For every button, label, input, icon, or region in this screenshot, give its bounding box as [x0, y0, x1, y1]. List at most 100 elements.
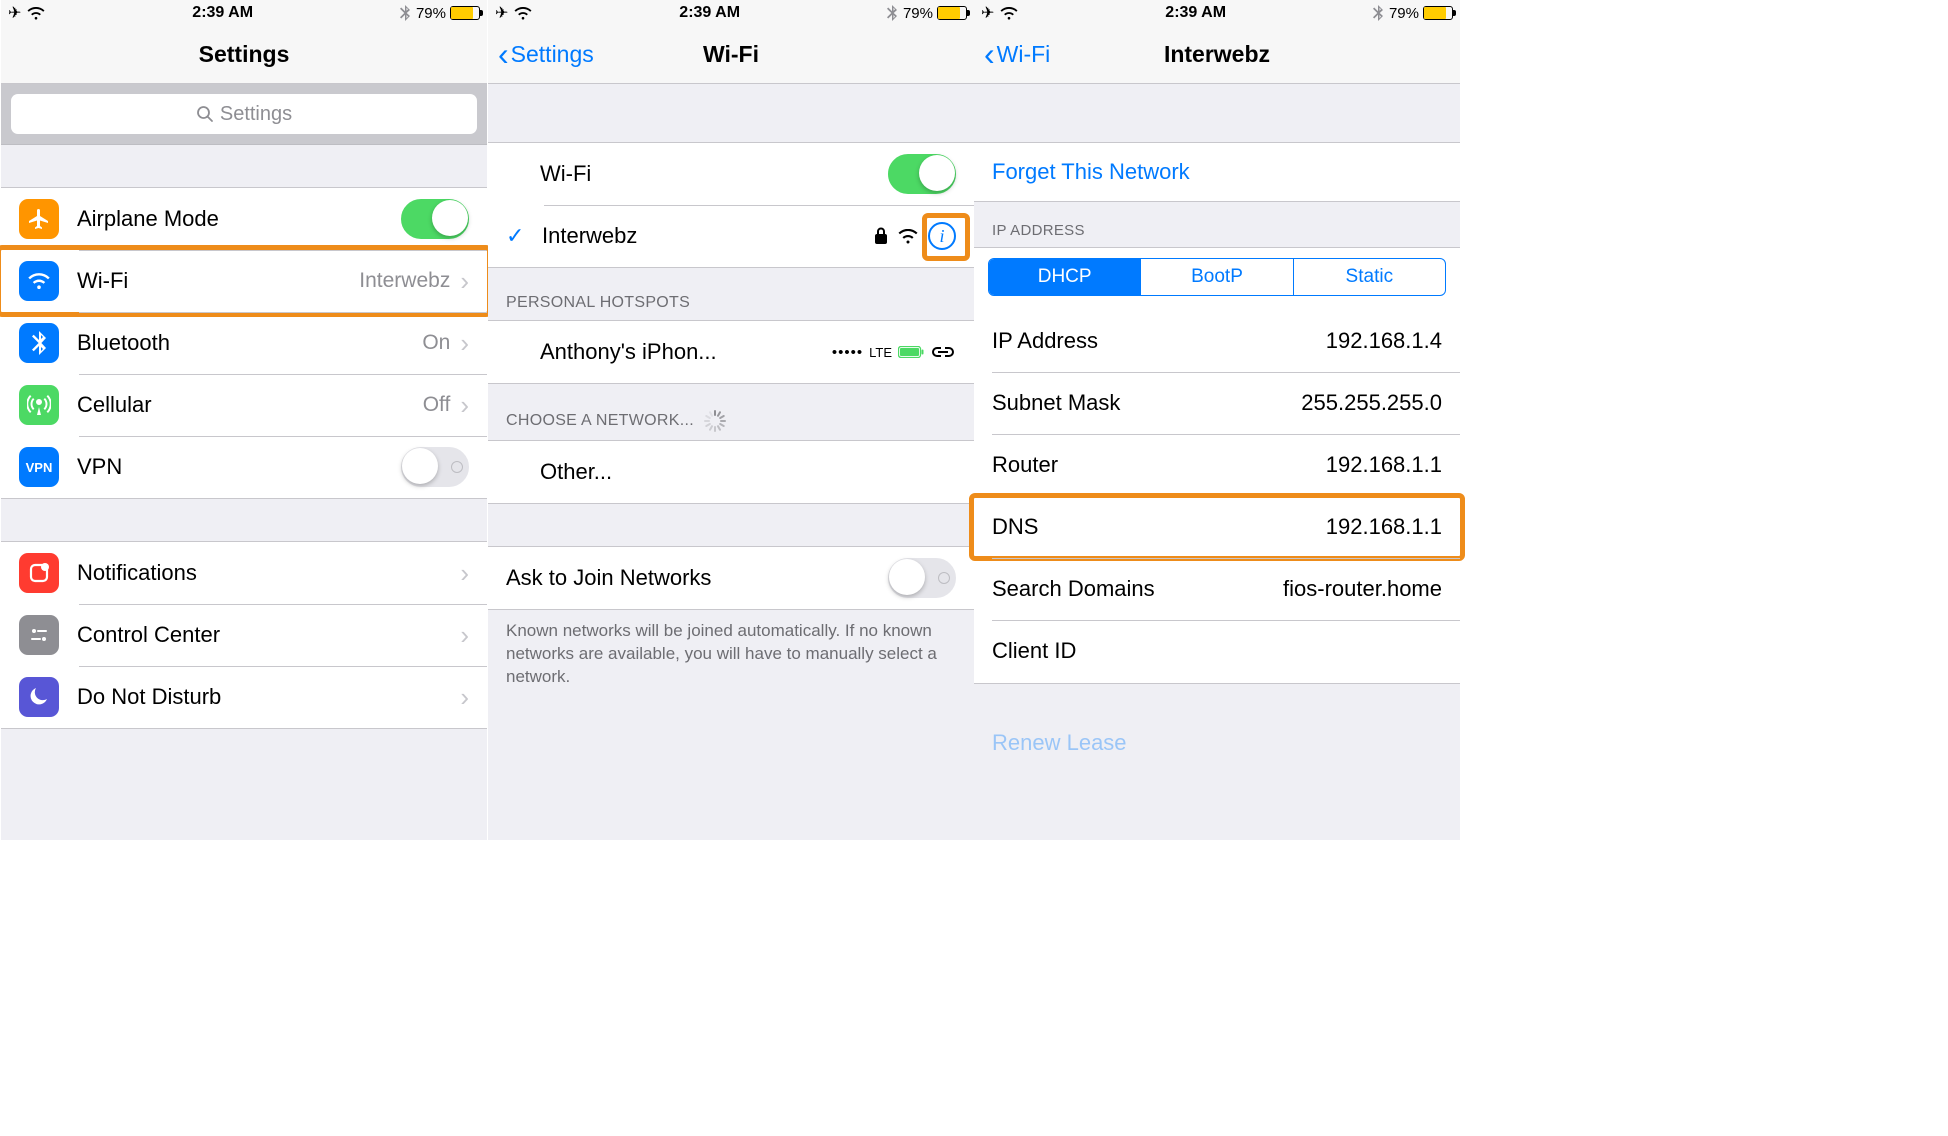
- row-label: Control Center: [77, 622, 460, 648]
- bluetooth-icon: [19, 323, 59, 363]
- page-title: Settings: [1, 41, 487, 68]
- airplane-icon: ✈︎: [8, 3, 21, 23]
- hotspot-link-icon: [930, 345, 956, 359]
- row-bluetooth[interactable]: Bluetooth On ›: [1, 312, 487, 374]
- row-wifi[interactable]: Wi-Fi Interwebz ›: [1, 250, 487, 312]
- row-label: Cellular: [77, 392, 423, 418]
- search-placeholder: Settings: [220, 103, 292, 126]
- chevron-right-icon: ›: [460, 328, 469, 359]
- row-value: 255.255.255.0: [1301, 390, 1442, 416]
- row-value: 192.168.1.1: [1326, 452, 1442, 478]
- row-label: Wi-Fi: [77, 268, 359, 294]
- row-ip-address[interactable]: IP Address 192.168.1.4: [974, 310, 1460, 372]
- row-client-id[interactable]: Client ID: [974, 620, 1460, 682]
- wifi-master-toggle[interactable]: [888, 154, 956, 194]
- notifications-icon: [19, 553, 59, 593]
- row-label: DNS: [992, 514, 1326, 540]
- battery-icon: [1423, 6, 1453, 20]
- wifi-status-icon: [27, 7, 45, 20]
- row-cellular[interactable]: Cellular Off ›: [1, 374, 487, 436]
- bluetooth-status-icon: [887, 5, 897, 21]
- tab-static[interactable]: Static: [1293, 259, 1445, 295]
- chevron-right-icon: ›: [460, 558, 469, 589]
- ip-config-tabs: DHCP BootP Static: [988, 258, 1446, 296]
- spinner-icon: [704, 410, 726, 432]
- row-label: Router: [992, 452, 1326, 478]
- status-bar: ✈︎ 2:39 AM 79%: [488, 0, 974, 26]
- row-control-center[interactable]: Control Center ›: [1, 604, 487, 666]
- row-subnet-mask[interactable]: Subnet Mask 255.255.255.0: [974, 372, 1460, 434]
- row-label: Interwebz: [542, 223, 874, 249]
- chevron-right-icon: ›: [460, 390, 469, 421]
- row-wifi-master[interactable]: Wi-Fi: [488, 143, 974, 205]
- row-router[interactable]: Router 192.168.1.1: [974, 434, 1460, 496]
- status-bar: ✈︎ 2:39 AM 79%: [1, 0, 487, 26]
- control-center-icon: [19, 615, 59, 655]
- row-label: Client ID: [992, 638, 1442, 664]
- search-container: Settings: [1, 84, 487, 145]
- back-button[interactable]: ‹ Wi-Fi: [984, 36, 1050, 73]
- choose-network-header: CHOOSE A NETWORK...: [488, 384, 974, 440]
- status-time: 2:39 AM: [1165, 4, 1226, 22]
- ask-to-join-toggle[interactable]: [888, 558, 956, 598]
- ip-address-header: IP ADDRESS: [974, 202, 1460, 247]
- row-notifications[interactable]: Notifications ›: [1, 542, 487, 604]
- renew-lease-button[interactable]: Renew Lease: [974, 714, 1460, 772]
- hotspot-net: LTE: [869, 345, 892, 360]
- airplane-mode-toggle[interactable]: [401, 199, 469, 239]
- row-label: Do Not Disturb: [77, 684, 460, 710]
- row-airplane-mode[interactable]: Airplane Mode: [1, 188, 487, 250]
- vpn-toggle[interactable]: [401, 447, 469, 487]
- nav-bar: ‹ Settings Wi-Fi: [488, 26, 974, 84]
- row-label: Notifications: [77, 560, 460, 586]
- row-hotspot[interactable]: Anthony's iPhon... ••••• LTE: [488, 321, 974, 383]
- row-label: Airplane Mode: [77, 206, 401, 232]
- airplane-icon: ✈︎: [495, 3, 508, 23]
- row-vpn[interactable]: VPN VPN: [1, 436, 487, 498]
- airplane-mode-icon: [19, 199, 59, 239]
- nav-bar: Settings: [1, 26, 487, 84]
- wifi-value: Interwebz: [359, 269, 450, 293]
- hotspot-signal-dots: •••••: [832, 344, 863, 361]
- chevron-right-icon: ›: [460, 620, 469, 651]
- tab-dhcp[interactable]: DHCP: [989, 259, 1140, 295]
- row-dns[interactable]: DNS 192.168.1.1: [974, 496, 1460, 558]
- back-label: Wi-Fi: [997, 41, 1051, 68]
- row-value: 192.168.1.1: [1326, 514, 1442, 540]
- battery-percent: 79%: [416, 5, 446, 22]
- lock-icon: [874, 227, 888, 245]
- row-connected-network[interactable]: ✓ Interwebz i: [488, 205, 974, 267]
- wifi-status-icon: [514, 7, 532, 20]
- row-value: fios-router.home: [1283, 576, 1442, 602]
- wifi-status-icon: [1000, 7, 1018, 20]
- bluetooth-status-icon: [400, 5, 410, 21]
- row-search-domains[interactable]: Search Domains fios-router.home: [974, 558, 1460, 620]
- battery-icon: [450, 6, 480, 20]
- screen-network-detail: ✈︎ 2:39 AM 79% ‹ Wi-Fi Interwebz Forget …: [974, 0, 1460, 840]
- battery-percent: 79%: [903, 5, 933, 22]
- row-label: Other...: [540, 459, 956, 485]
- forget-network-button[interactable]: Forget This Network: [974, 142, 1460, 202]
- chevron-left-icon: ‹: [498, 36, 509, 73]
- hotspots-header: PERSONAL HOTSPOTS: [488, 268, 974, 320]
- row-do-not-disturb[interactable]: Do Not Disturb ›: [1, 666, 487, 728]
- chevron-right-icon: ›: [460, 266, 469, 297]
- search-input[interactable]: Settings: [11, 94, 477, 134]
- row-label: Search Domains: [992, 576, 1283, 602]
- cellular-value: Off: [423, 393, 451, 417]
- row-label: Bluetooth: [77, 330, 422, 356]
- hotspot-name: Anthony's iPhon...: [540, 339, 832, 365]
- row-label: Wi-Fi: [540, 161, 888, 187]
- row-label: Subnet Mask: [992, 390, 1301, 416]
- tab-bootp[interactable]: BootP: [1140, 259, 1292, 295]
- vpn-icon: VPN: [19, 447, 59, 487]
- bluetooth-status-icon: [1373, 5, 1383, 21]
- screen-settings: ✈︎ 2:39 AM 79% Settings Settings: [1, 0, 487, 840]
- row-other-network[interactable]: Other...: [488, 441, 974, 503]
- info-button[interactable]: i: [928, 222, 956, 250]
- row-ask-to-join[interactable]: Ask to Join Networks: [488, 547, 974, 609]
- chevron-right-icon: ›: [460, 682, 469, 713]
- status-time: 2:39 AM: [192, 4, 253, 22]
- back-button[interactable]: ‹ Settings: [498, 36, 594, 73]
- cellular-icon: [19, 385, 59, 425]
